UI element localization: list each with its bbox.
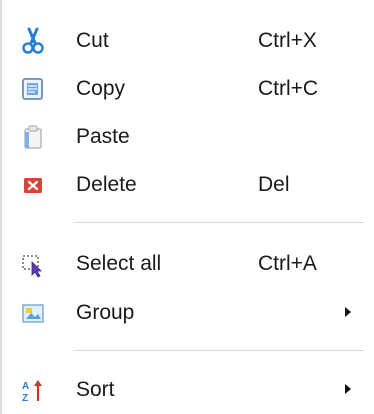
- menu-item-label: Paste: [76, 125, 130, 148]
- menu-item-select-all[interactable]: Select all Ctrl+A: [2, 240, 374, 288]
- menu-item-label: Delete: [76, 173, 137, 196]
- context-menu: Cut Ctrl+X Copy Ctrl+C Paste Delete Del …: [0, 0, 374, 414]
- menu-item-shortcut: Ctrl+A: [258, 252, 317, 275]
- group-icon: [20, 299, 46, 327]
- submenu-arrow-icon: [345, 384, 351, 394]
- menu-separator: [74, 350, 364, 351]
- menu-item-shortcut: Ctrl+C: [258, 77, 319, 100]
- menu-item-label: Sort: [76, 378, 115, 401]
- clipboard-icon: [20, 123, 46, 151]
- menu-item-sort[interactable]: A Z Sort: [2, 366, 374, 414]
- scissors-icon: [20, 27, 46, 55]
- sort-icon: A Z: [20, 376, 46, 404]
- menu-item-label: Group: [76, 301, 135, 324]
- svg-text:Z: Z: [22, 393, 28, 404]
- menu-item-delete[interactable]: Delete Del: [2, 161, 374, 209]
- menu-item-label: Cut: [76, 29, 109, 52]
- select-all-icon: [20, 250, 46, 278]
- menu-item-copy[interactable]: Copy Ctrl+C: [2, 65, 374, 113]
- svg-text:A: A: [22, 381, 29, 392]
- submenu-arrow-icon: [345, 307, 351, 317]
- menu-item-label: Copy: [76, 77, 126, 100]
- menu-item-cut[interactable]: Cut Ctrl+X: [2, 17, 374, 65]
- menu-separator: [74, 222, 364, 223]
- menu-item-shortcut: Ctrl+X: [258, 29, 317, 52]
- menu-item-paste[interactable]: Paste: [2, 113, 374, 161]
- menu-item-shortcut: Del: [258, 173, 290, 196]
- menu-item-group[interactable]: Group: [2, 289, 374, 337]
- menu-item-label: Select all: [76, 252, 162, 275]
- copy-icon: [20, 75, 46, 103]
- delete-icon: [20, 171, 46, 199]
